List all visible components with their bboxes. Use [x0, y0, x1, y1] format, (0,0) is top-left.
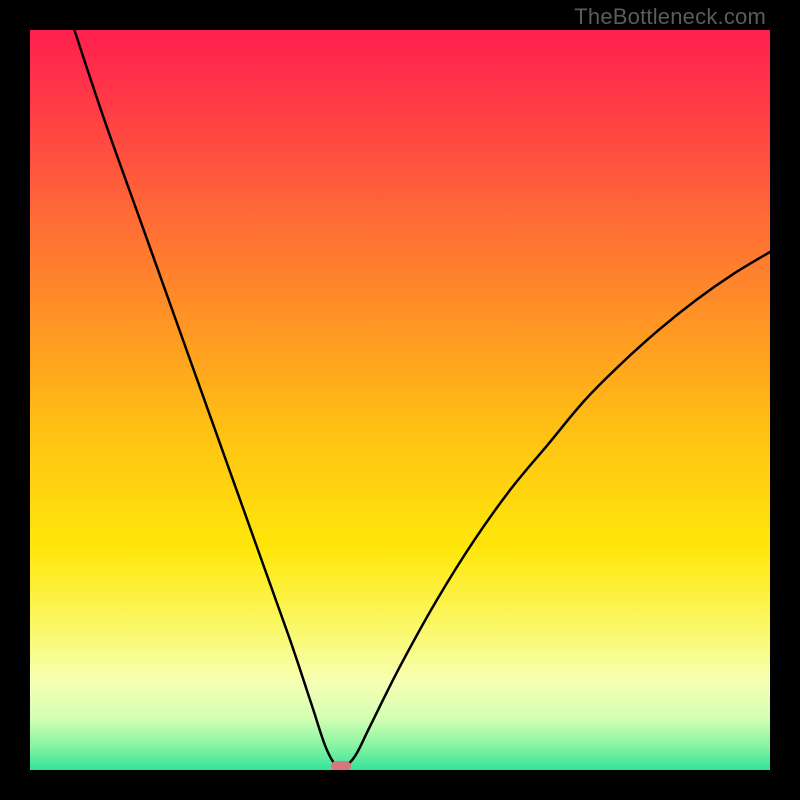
plot-area	[30, 30, 770, 770]
watermark-text: TheBottleneck.com	[574, 4, 766, 30]
chart-frame: TheBottleneck.com	[0, 0, 800, 800]
minimum-marker	[331, 761, 351, 770]
bottleneck-curve	[30, 30, 770, 770]
